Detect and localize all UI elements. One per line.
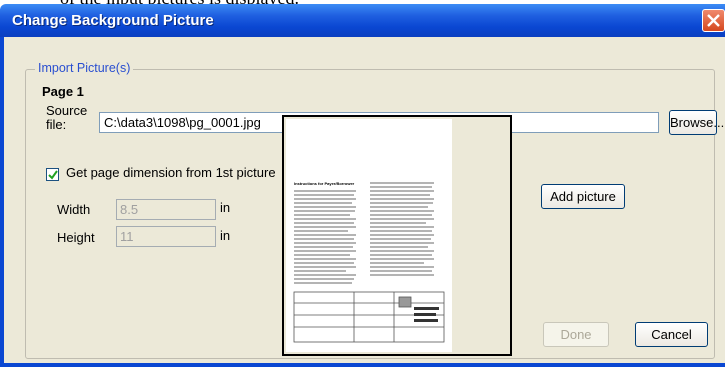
height-label: Height: [57, 230, 95, 245]
checkmark-icon: [48, 170, 58, 180]
dialog-title: Change Background Picture: [12, 12, 214, 29]
window-bottom-border: [0, 363, 725, 367]
add-picture-button[interactable]: Add picture: [541, 184, 625, 209]
done-button[interactable]: Done: [543, 322, 609, 347]
document-thumbnail: Instructions for Payer/Borrower: [286, 119, 452, 352]
picture-preview: Instructions for Payer/Borrower: [282, 115, 512, 356]
close-button[interactable]: [702, 9, 725, 32]
browse-button[interactable]: Browse...: [669, 110, 724, 135]
page-dimension-checkbox[interactable]: [46, 168, 59, 181]
width-input: 8.5: [116, 199, 216, 220]
width-label: Width: [57, 202, 91, 217]
height-input: 11: [116, 226, 216, 247]
page-label: Page 1: [42, 84, 84, 99]
page-dimension-label[interactable]: Get page dimension from 1st picture: [66, 165, 276, 180]
preview-heading: Instructions for Payer/Borrower: [294, 181, 355, 186]
group-legend: Import Picture(s): [35, 61, 134, 75]
width-unit: in: [220, 200, 231, 215]
height-unit: in: [220, 228, 231, 243]
source-file-label: Source file:: [46, 103, 88, 132]
close-icon: [707, 14, 720, 27]
title-bar[interactable]: Change Background Picture: [0, 4, 725, 37]
cancel-button[interactable]: Cancel: [635, 322, 708, 347]
window-left-border: [0, 37, 4, 367]
